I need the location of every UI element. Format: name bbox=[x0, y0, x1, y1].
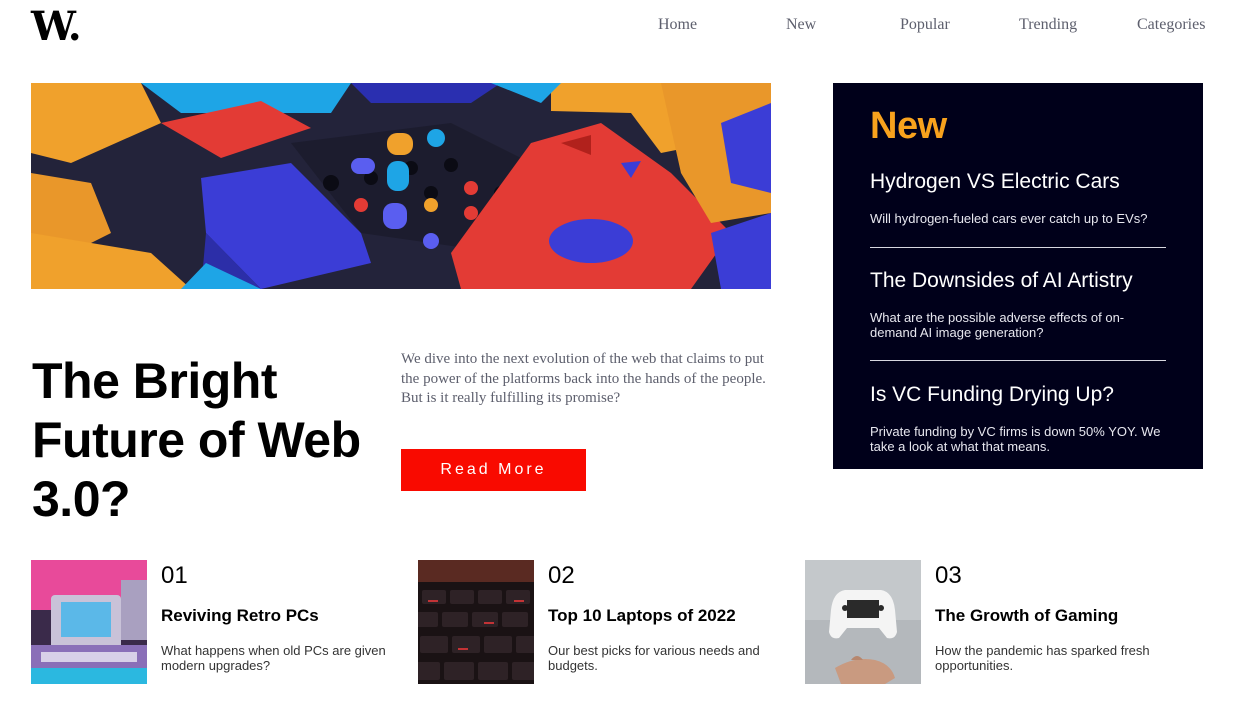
game-controller-image bbox=[805, 560, 921, 684]
new-item-description: Private funding by VC firms is down 50% … bbox=[870, 424, 1161, 454]
new-panel-heading: New bbox=[870, 105, 947, 147]
article-title[interactable]: The Growth of Gaming bbox=[935, 606, 1118, 626]
divider bbox=[870, 247, 1166, 248]
new-item-description: Will hydrogen-fueled cars ever catch up … bbox=[870, 211, 1148, 226]
hero-title: The Bright Future of Web 3.0? bbox=[32, 353, 361, 527]
hero-image bbox=[31, 83, 771, 289]
article-title[interactable]: Reviving Retro PCs bbox=[161, 606, 319, 626]
article-number: 02 bbox=[548, 562, 575, 589]
new-item-title[interactable]: The Downsides of AI Artistry bbox=[870, 269, 1133, 293]
nav-categories[interactable]: Categories bbox=[1137, 16, 1205, 34]
nav-home[interactable]: Home bbox=[658, 16, 697, 34]
new-item-title[interactable]: Is VC Funding Drying Up? bbox=[870, 383, 1114, 407]
new-item-description: What are the possible adverse effects of… bbox=[870, 310, 1125, 340]
new-panel: New Hydrogen VS Electric Cars Will hydro… bbox=[833, 83, 1203, 469]
article-card[interactable]: 02 Top 10 Laptops of 2022 Our best picks… bbox=[418, 560, 798, 684]
hero-description: We dive into the next evolution of the w… bbox=[401, 351, 766, 406]
article-number: 01 bbox=[161, 562, 188, 589]
read-more-button[interactable]: Read More bbox=[401, 449, 586, 491]
article-number: 03 bbox=[935, 562, 962, 589]
nav-new[interactable]: New bbox=[786, 16, 816, 34]
laptop-keyboard-image bbox=[418, 560, 534, 684]
article-description: What happens when old PCs are given mode… bbox=[161, 643, 386, 673]
article-description: How the pandemic has sparked fresh oppor… bbox=[935, 643, 1150, 673]
main-nav: Home New Popular Trending Categories bbox=[0, 16, 1234, 38]
retro-pc-image bbox=[31, 560, 147, 684]
nav-popular[interactable]: Popular bbox=[900, 16, 950, 34]
article-title[interactable]: Top 10 Laptops of 2022 bbox=[548, 606, 736, 626]
article-description: Our best picks for various needs and bud… bbox=[548, 643, 760, 673]
article-card[interactable]: 03 The Growth of Gaming How the pandemic… bbox=[805, 560, 1185, 684]
new-item-title[interactable]: Hydrogen VS Electric Cars bbox=[870, 170, 1120, 194]
article-card[interactable]: 01 Reviving Retro PCs What happens when … bbox=[31, 560, 411, 684]
divider bbox=[870, 360, 1166, 361]
nav-trending[interactable]: Trending bbox=[1019, 16, 1077, 34]
